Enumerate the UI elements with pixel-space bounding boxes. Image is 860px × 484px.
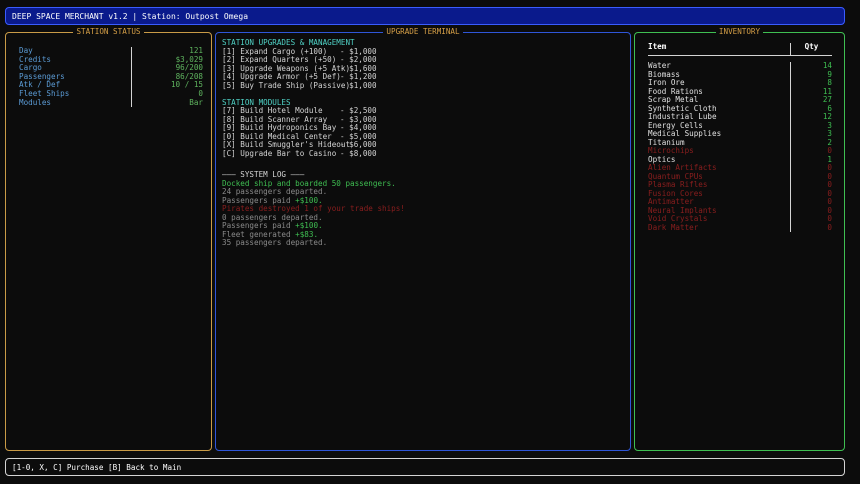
upgrade-options: [1] Expand Cargo (+100)- $1,000[2] Expan… [222, 48, 622, 91]
option-label: [5] Buy Trade Ship (Passive) [222, 82, 340, 91]
inventory-header-divider [648, 55, 832, 56]
col-qty-header: Qty [791, 43, 832, 55]
upgrades-option[interactable]: [5] Buy Trade Ship (Passive)- $1,000 [222, 82, 622, 91]
inventory-title: INVENTORY [716, 27, 763, 36]
inventory-item-qty: 14 [791, 62, 832, 71]
inventory-header: Item Qty [648, 43, 832, 55]
inventory-item-qty: 0 [791, 224, 832, 233]
app-title-bar: DEEP SPACE MERCHANT v1.2 | Station: Outp… [5, 7, 845, 25]
terminal-body: STATION UPGRADES & MANAGEMENT [1] Expand… [222, 39, 622, 248]
command-footer: [1-0, X, C] Purchase [B] Back to Main [5, 458, 845, 476]
inventory-item-qty: 0 [791, 181, 832, 190]
inventory-panel: INVENTORY Item Qty Water14Biomass9Iron O… [634, 32, 845, 451]
option-price: - $1,000 [340, 82, 377, 91]
module-options: [7] Build Hotel Module- $2,500[8] Build … [222, 107, 622, 158]
status-value: Bar [132, 99, 203, 108]
inventory-item-qty: 3 [791, 130, 832, 139]
col-item-header: Item [648, 43, 791, 55]
inventory-item-qty: 0 [791, 215, 832, 224]
app-title: DEEP SPACE MERCHANT v1.2 | Station: Outp… [12, 12, 248, 21]
inventory-item-qty: 0 [791, 164, 832, 173]
status-row: ModulesBar [19, 99, 203, 108]
status-value: 10 / 15 [132, 81, 203, 90]
inventory-item-qty: 0 [791, 147, 832, 156]
system-log: Docked ship and boarded 50 passengers.24… [222, 180, 622, 248]
inventory-item-qty: 0 [791, 207, 832, 216]
inventory-item-qty: 27 [791, 96, 832, 105]
inventory-item-qty: 1 [791, 156, 832, 165]
modules-option[interactable]: [C] Upgrade Bar to Casino- $8,000 [222, 150, 622, 159]
station-status-panel: STATION STATUS Day121Credits$3,029Cargo9… [5, 32, 212, 451]
inventory-item-qty: 3 [791, 122, 832, 131]
inventory-rows: Water14Biomass9Iron Ore8Food Rations11Sc… [648, 62, 832, 232]
inventory-item-qty: 9 [791, 71, 832, 80]
inventory-row: Dark Matter0 [648, 224, 832, 233]
inventory-row: Microchips0 [648, 147, 832, 156]
inventory-item-name: Dark Matter [648, 224, 791, 233]
upgrade-terminal-panel: UPGRADE TERMINAL STATION UPGRADES & MANA… [215, 32, 631, 451]
inventory-item-qty: 0 [791, 173, 832, 182]
status-table: Day121Credits$3,029Cargo96/200Passengers… [19, 47, 203, 107]
option-label: [C] Upgrade Bar to Casino [222, 150, 340, 159]
log-entry: 35 passengers departed. [222, 239, 622, 248]
option-price: - $8,000 [340, 150, 377, 159]
station-status-title: STATION STATUS [73, 27, 143, 36]
inventory-item-qty: 0 [791, 190, 832, 199]
upgrade-terminal-title: UPGRADE TERMINAL [383, 27, 462, 36]
inventory-item-qty: 2 [791, 139, 832, 148]
inventory-table: Item Qty Water14Biomass9Iron Ore8Food Ra… [648, 43, 832, 232]
status-label: Modules [19, 99, 132, 108]
inventory-item-qty: 12 [791, 113, 832, 122]
command-hint: [1-0, X, C] Purchase [B] Back to Main [12, 463, 181, 472]
inventory-item-qty: 0 [791, 198, 832, 207]
